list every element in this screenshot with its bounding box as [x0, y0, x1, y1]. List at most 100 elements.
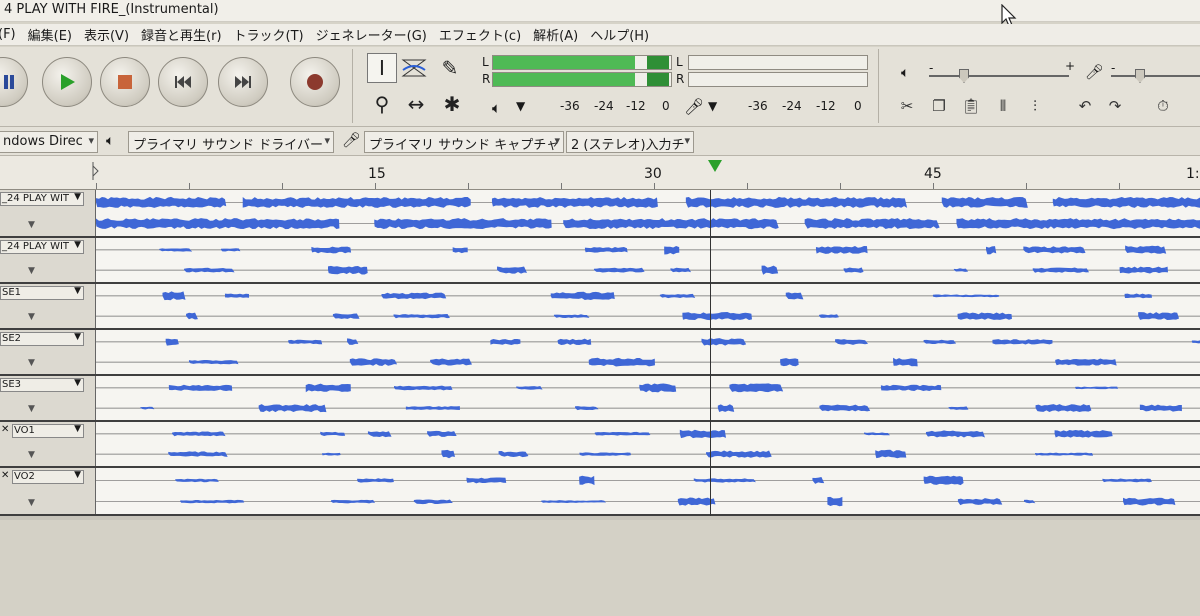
audio-clip[interactable]: [347, 338, 359, 345]
audio-clip[interactable]: [819, 314, 839, 318]
audio-clip[interactable]: [639, 383, 677, 393]
audio-clip[interactable]: [1191, 340, 1200, 344]
audio-clip[interactable]: [413, 499, 453, 505]
playback-volume-slider[interactable]: [929, 75, 1069, 77]
audio-clip[interactable]: [405, 406, 460, 410]
audio-clip[interactable]: [1102, 478, 1152, 483]
audio-clip[interactable]: [320, 431, 346, 437]
collapse-icon[interactable]: ▼: [28, 358, 35, 368]
audio-clip[interactable]: [305, 383, 351, 393]
audio-clip[interactable]: [427, 430, 457, 437]
record-meter-dropdown[interactable]: ▼: [516, 99, 525, 113]
empty-track-area[interactable]: [0, 520, 1200, 616]
collapse-icon[interactable]: ▼: [28, 450, 35, 460]
audio-clip[interactable]: [394, 385, 453, 391]
track-menu-dropdown[interactable]: ▼: [74, 470, 81, 480]
audio-clip[interactable]: [923, 339, 957, 345]
track-menu-dropdown[interactable]: ▼: [74, 192, 81, 202]
track-menu-dropdown[interactable]: ▼: [74, 240, 81, 250]
skip-to-start-button[interactable]: [158, 57, 208, 107]
play-position-marker-icon[interactable]: [708, 160, 722, 172]
playback-volume-thumb[interactable]: [959, 69, 969, 83]
collapse-icon[interactable]: ▼: [28, 266, 35, 276]
audio-clip[interactable]: [441, 449, 456, 459]
audio-clip[interactable]: [957, 498, 1003, 506]
track-2[interactable]: _24 PLAY WIT ▼ ▼: [0, 238, 1200, 284]
redo-button[interactable]: ↷: [1101, 93, 1129, 119]
record-meter-left[interactable]: [492, 55, 672, 70]
close-icon[interactable]: ✕: [1, 424, 9, 435]
track-waveform[interactable]: [96, 330, 1200, 374]
menu-edit[interactable]: 編集(E): [24, 25, 80, 44]
audio-clip[interactable]: [785, 292, 804, 300]
timer-button[interactable]: ⏱: [1149, 93, 1177, 119]
audio-clip[interactable]: [948, 406, 969, 410]
playback-meter-right[interactable]: [688, 72, 868, 87]
audio-clip[interactable]: [1139, 404, 1182, 412]
track-name-button[interactable]: SE1: [0, 286, 84, 300]
record-button[interactable]: [290, 57, 340, 107]
menu-help[interactable]: ヘルプ(H): [586, 25, 657, 44]
audio-clip[interactable]: [956, 218, 1200, 230]
audio-clip[interactable]: [893, 357, 918, 367]
audio-clip[interactable]: [1054, 429, 1113, 438]
audio-clip[interactable]: [1032, 267, 1090, 273]
track-menu-dropdown[interactable]: ▼: [74, 286, 81, 296]
track-menu-dropdown[interactable]: ▼: [74, 378, 81, 388]
audio-clip[interactable]: [1023, 499, 1036, 504]
undo-button[interactable]: ↶: [1071, 93, 1099, 119]
audio-clip[interactable]: [941, 196, 1028, 208]
trim-button[interactable]: ⫴: [989, 93, 1017, 119]
audio-clip[interactable]: [693, 478, 756, 483]
selection-tool[interactable]: I: [367, 53, 397, 83]
audio-clip[interactable]: [953, 268, 969, 272]
audio-clip[interactable]: [1052, 196, 1200, 208]
track-se1[interactable]: SE1 ▼ ▼: [0, 284, 1200, 330]
collapse-icon[interactable]: ▼: [28, 498, 35, 508]
audio-clip[interactable]: [162, 291, 186, 301]
audio-clip[interactable]: [761, 265, 779, 275]
track-vo1[interactable]: ✕ VO1 ▼ ▼: [0, 422, 1200, 468]
audio-clip[interactable]: [575, 406, 599, 411]
pause-button[interactable]: [0, 57, 28, 107]
playback-device-select[interactable]: プライマリ サウンド ドライバー ▾: [128, 131, 334, 153]
audio-clip[interactable]: [430, 358, 472, 366]
track-waveform[interactable]: [96, 376, 1200, 420]
recording-volume-slider[interactable]: [1111, 75, 1200, 77]
play-button[interactable]: [42, 57, 92, 107]
audio-clip[interactable]: [557, 338, 592, 346]
audio-clip[interactable]: [180, 499, 245, 504]
paste-button[interactable]: 📋︎: [957, 93, 985, 119]
audio-clip[interactable]: [682, 312, 752, 321]
audio-clip[interactable]: [925, 430, 985, 438]
audio-clip[interactable]: [923, 475, 964, 486]
audio-clip[interactable]: [168, 451, 228, 457]
audio-clip[interactable]: [701, 338, 747, 346]
menu-generate[interactable]: ジェネレーター(G): [312, 25, 435, 44]
audio-clip[interactable]: [311, 246, 352, 254]
audio-clip[interactable]: [812, 476, 825, 484]
menu-effect[interactable]: エフェクト(c): [435, 25, 529, 44]
menu-transport[interactable]: 録音と再生(r): [137, 25, 230, 44]
audio-clip[interactable]: [819, 404, 871, 412]
audio-clip[interactable]: [588, 357, 655, 367]
audio-clip[interactable]: [1138, 312, 1180, 320]
multi-tool[interactable]: ✱: [437, 89, 467, 119]
audio-clip[interactable]: [706, 450, 772, 458]
audio-clip[interactable]: [491, 196, 658, 208]
audio-clip[interactable]: [242, 196, 471, 208]
audio-clip[interactable]: [498, 451, 529, 458]
audio-clip[interactable]: [1035, 404, 1092, 412]
audio-clip[interactable]: [1124, 293, 1152, 299]
track-menu-dropdown[interactable]: ▼: [74, 424, 81, 434]
track-waveform[interactable]: [96, 190, 1200, 236]
track-waveform[interactable]: [96, 422, 1200, 466]
audio-clip[interactable]: [184, 267, 235, 273]
track-waveform[interactable]: [96, 284, 1200, 328]
audio-clip[interactable]: [322, 452, 341, 456]
audio-clip[interactable]: [550, 291, 615, 301]
microphone-icon[interactable]: 🎤︎: [684, 97, 704, 116]
audio-clip[interactable]: [1023, 246, 1086, 254]
track-se2[interactable]: SE2 ▼ ▼: [0, 330, 1200, 376]
audio-clip[interactable]: [932, 294, 1000, 298]
